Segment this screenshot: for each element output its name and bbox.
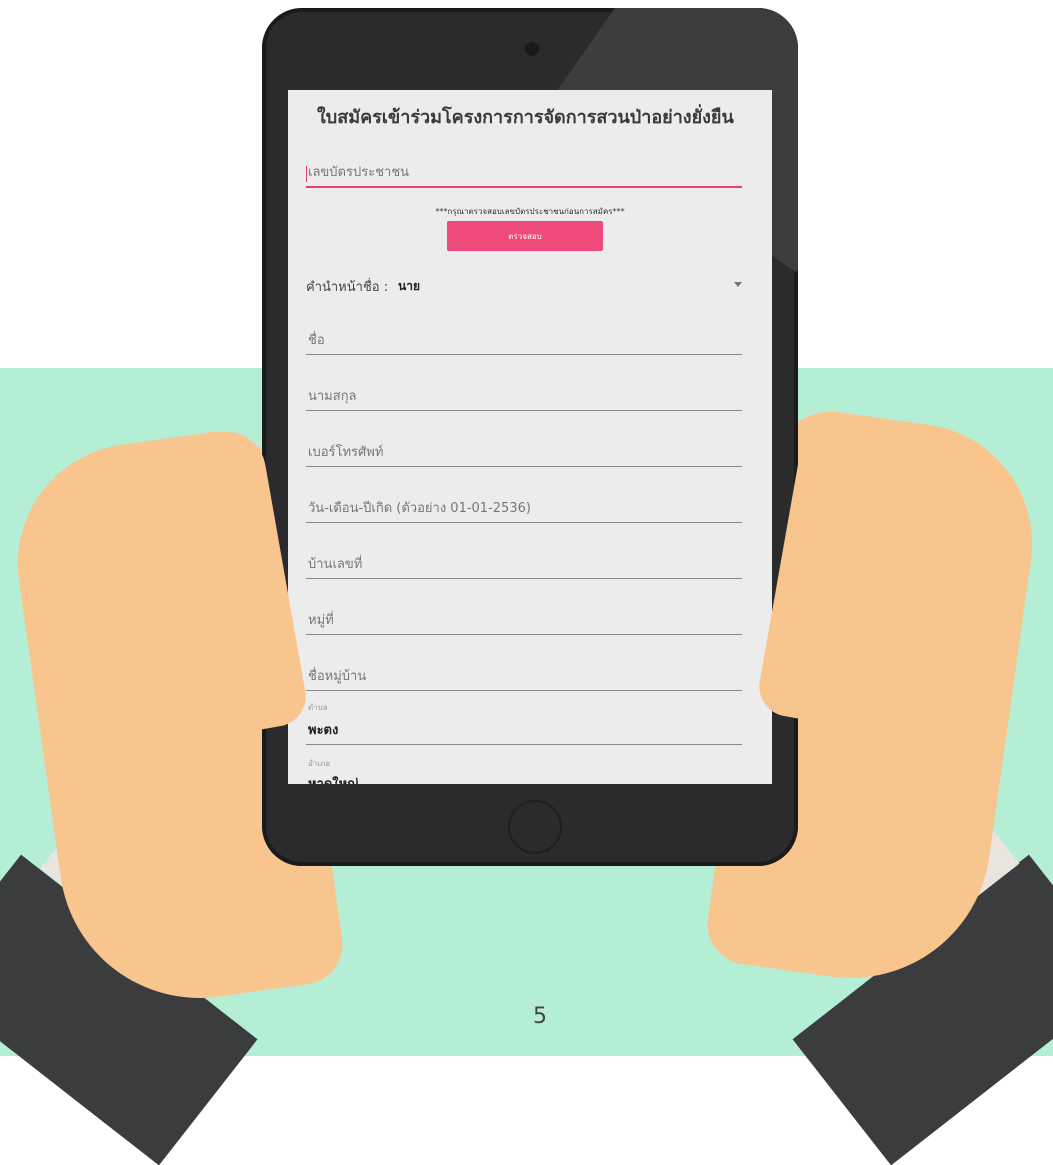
subdistrict-value: พะตง <box>308 723 339 738</box>
phone-placeholder: เบอร์โทรศัพท์ <box>308 445 384 460</box>
camera-icon <box>525 42 539 56</box>
tablet-screen: ใบสมัครเข้าร่วมโครงการการจัดการสวนป่าอย่… <box>288 90 772 784</box>
home-button[interactable] <box>508 800 562 854</box>
last-name-placeholder: นามสกุล <box>308 389 357 404</box>
district-value[interactable]: หาดใหญ่ <box>308 773 358 784</box>
chevron-down-icon[interactable] <box>734 282 742 287</box>
house-number-input[interactable]: บ้านเลขที่ <box>306 550 742 579</box>
village-name-input[interactable]: ชื่อหมู่บ้าน <box>306 662 742 691</box>
prefix-select[interactable]: คำนำหน้าชื่อ : นาย <box>306 276 742 300</box>
birthdate-placeholder: วัน-เดือน-ปีเกิด (ตัวอย่าง 01-01-2536) <box>308 501 531 516</box>
check-button[interactable]: ตรวจสอบ <box>447 221 603 251</box>
last-name-input[interactable]: นามสกุล <box>306 382 742 411</box>
tablet-device: ใบสมัครเข้าร่วมโครงการการจัดการสวนป่าอย่… <box>262 8 798 866</box>
id-check-notice: ***กรุณาตรวจสอบเลขบัตรประชาชนก่อนการสมัค… <box>435 207 625 216</box>
subdistrict-input[interactable]: พะตง <box>306 716 742 745</box>
subdistrict-label: ตำบล <box>308 703 328 712</box>
house-number-placeholder: บ้านเลขที่ <box>308 557 363 572</box>
village-number-input[interactable]: หมู่ที่ <box>306 606 742 635</box>
text-caret <box>306 166 307 182</box>
village-number-placeholder: หมู่ที่ <box>308 613 334 628</box>
page-number: 5 <box>533 1004 547 1029</box>
village-name-placeholder: ชื่อหมู่บ้าน <box>308 669 367 684</box>
prefix-value: นาย <box>398 279 420 293</box>
prefix-label: คำนำหน้าชื่อ : <box>306 280 389 295</box>
form-title: ใบสมัครเข้าร่วมโครงการการจัดการสวนป่าอย่… <box>317 107 734 128</box>
first-name-placeholder: ชื่อ <box>308 333 325 348</box>
district-label: อำเภอ <box>308 759 331 768</box>
id-card-placeholder: เลขบัตรประชาชน <box>308 165 410 180</box>
first-name-input[interactable]: ชื่อ <box>306 326 742 355</box>
birthdate-input[interactable]: วัน-เดือน-ปีเกิด (ตัวอย่าง 01-01-2536) <box>306 494 742 523</box>
id-card-input[interactable]: เลขบัตรประชาชน <box>306 158 742 188</box>
phone-input[interactable]: เบอร์โทรศัพท์ <box>306 438 742 467</box>
